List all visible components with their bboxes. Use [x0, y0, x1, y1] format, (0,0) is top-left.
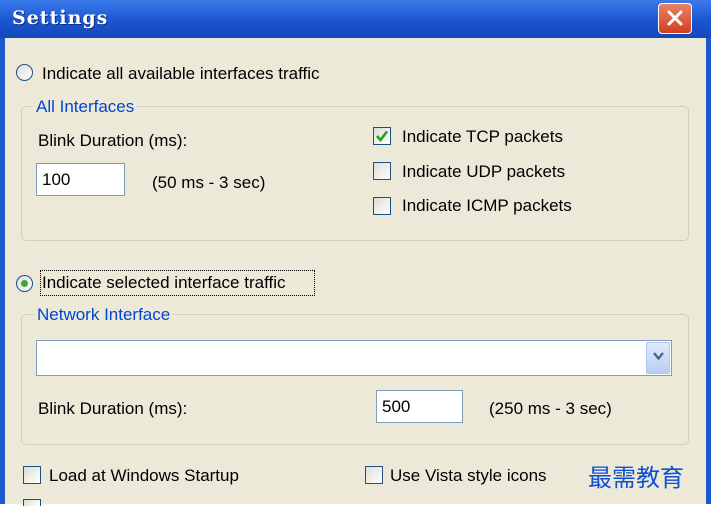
all-interfaces-radio-label[interactable]: Indicate all available interfaces traffi…: [42, 64, 320, 84]
selected-interface-radio[interactable]: [16, 275, 33, 292]
load-startup-checkbox[interactable]: [23, 466, 41, 484]
close-icon: [667, 10, 683, 26]
network-blink-range-hint: (250 ms - 3 sec): [489, 399, 612, 418]
all-interfaces-radio[interactable]: [16, 64, 33, 81]
network-interface-group: [21, 314, 689, 445]
load-startup-label[interactable]: Load at Windows Startup: [49, 466, 239, 486]
network-interface-dropdown[interactable]: [36, 340, 672, 376]
blink-duration-input[interactable]: [36, 163, 125, 196]
icmp-checkbox-label[interactable]: Indicate ICMP packets: [402, 196, 572, 216]
blink-duration-label: Blink Duration (ms):: [38, 131, 188, 150]
window-title: Settings: [12, 7, 109, 29]
icmp-checkbox[interactable]: [373, 197, 391, 215]
title-bar[interactable]: Settings: [0, 0, 711, 38]
dropdown-button[interactable]: [646, 342, 670, 374]
tcp-checkbox[interactable]: [373, 127, 391, 145]
network-interface-legend: Network Interface: [34, 305, 174, 325]
all-interfaces-legend: All Interfaces: [33, 97, 138, 117]
network-blink-duration-input[interactable]: [376, 390, 463, 423]
udp-checkbox[interactable]: [373, 162, 391, 180]
settings-window: Settings Indicate all available interfac…: [0, 0, 711, 506]
tcp-checkbox-label[interactable]: Indicate TCP packets: [402, 127, 563, 147]
selected-interface-radio-label[interactable]: Indicate selected interface traffic: [42, 273, 286, 293]
network-blink-duration-label: Blink Duration (ms):: [38, 399, 188, 418]
vista-icons-label[interactable]: Use Vista style icons: [390, 466, 547, 486]
close-button[interactable]: [658, 3, 692, 34]
partial-checkbox[interactable]: [23, 499, 41, 506]
udp-checkbox-label[interactable]: Indicate UDP packets: [402, 162, 565, 182]
dialog-body: Indicate all available interfaces traffi…: [5, 38, 706, 506]
checkmark-icon: [376, 130, 389, 143]
blink-range-hint: (50 ms - 3 sec): [152, 173, 266, 192]
watermark-text: 最需教育: [588, 464, 684, 492]
chevron-down-icon: [653, 352, 664, 361]
vista-icons-checkbox[interactable]: [365, 466, 383, 484]
